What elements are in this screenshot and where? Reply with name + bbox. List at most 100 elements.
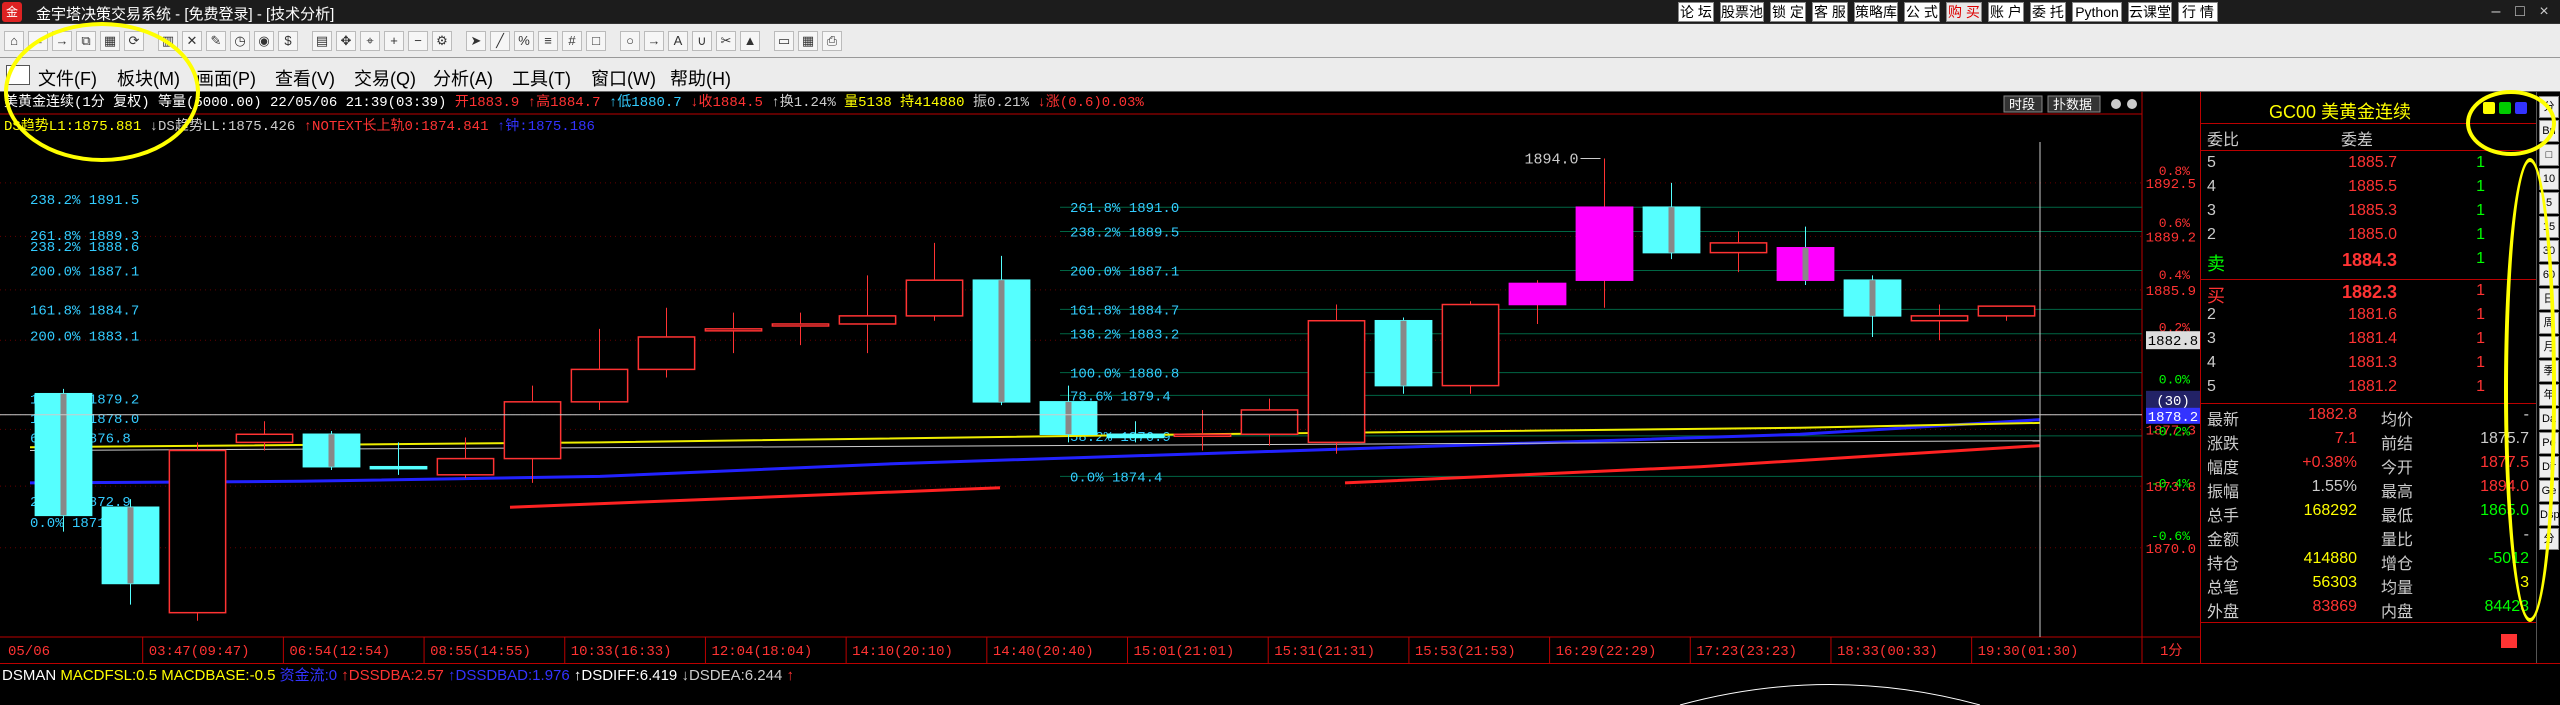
ask-row[interactable]: 4 1885.5 1: [2201, 178, 2537, 202]
dollar-icon[interactable]: $: [278, 31, 298, 51]
period-tab[interactable]: □: [2539, 144, 2559, 166]
top-button[interactable]: 策略库: [1854, 2, 1898, 22]
stat-row: 外盘 83869 内盘 84423: [2201, 598, 2537, 622]
ask-row[interactable]: 5 1885.7 1: [2201, 154, 2537, 178]
record-icon[interactable]: ◉: [254, 31, 274, 51]
time-period-label: 1分: [2160, 643, 2182, 660]
menu-item[interactable]: 交易(Q): [354, 65, 416, 91]
ask-price: 1885.5: [2348, 178, 2397, 195]
top-button[interactable]: 云课堂: [2128, 2, 2172, 22]
top-button[interactable]: 购 买: [1946, 2, 1982, 22]
minimize-button[interactable]: –: [2484, 0, 2508, 24]
menu-item[interactable]: 窗口(W): [591, 65, 656, 91]
top-button[interactable]: 论 坛: [1678, 2, 1714, 22]
bid-row[interactable]: 4 1881.3 1: [2201, 354, 2537, 378]
stat-label: 总手: [2207, 508, 2240, 525]
layout-icon[interactable]: ▤: [312, 31, 332, 51]
brush-icon[interactable]: ▲: [740, 31, 760, 51]
top-button[interactable]: 行 情: [2178, 2, 2218, 22]
box-icon[interactable]: ▭: [774, 31, 794, 51]
bid-volume: 1: [2476, 282, 2485, 299]
menu-item[interactable]: 查看(V): [275, 65, 335, 91]
indicator-curve: [1679, 684, 1981, 705]
menu-item[interactable]: 帮助(H): [670, 65, 731, 91]
kline-chart[interactable]: 美黄金连续(1分 复权) 等量(5000.00) 22/05/06 21:39(…: [0, 92, 2200, 663]
cut-icon[interactable]: ✂: [716, 31, 736, 51]
app-logo-icon[interactable]: 金: [2, 2, 22, 22]
bid-row[interactable]: 买 1882.3 1: [2201, 282, 2537, 306]
edit-icon[interactable]: ✎: [206, 31, 226, 51]
clock-icon[interactable]: ◷: [230, 31, 250, 51]
bid-level: 3: [2207, 330, 2216, 347]
magnet-icon[interactable]: ∪: [692, 31, 712, 51]
top-button[interactable]: 锁 定: [1770, 2, 1806, 22]
title-bar: 金 金宇塔决策交易系统 - [免费登录] - [技术分析] 论 坛股票池锁 定客…: [0, 0, 2560, 24]
order-diff-label: 委差: [2341, 132, 2374, 149]
bid-price: 1882.3: [2341, 282, 2397, 302]
flag-icon[interactable]: [2501, 634, 2517, 648]
close-button[interactable]: ×: [2532, 0, 2556, 24]
top-button[interactable]: 委 托: [2030, 2, 2066, 22]
record-icon[interactable]: [2127, 99, 2137, 109]
stat-label: 总笔: [2207, 580, 2240, 597]
last-price-text: 1882.8: [2148, 334, 2198, 350]
ask-row[interactable]: 2 1885.0 1: [2201, 226, 2537, 250]
grid-lines-icon[interactable]: #: [562, 31, 582, 51]
candle-body: [1709, 242, 1768, 254]
circle-icon[interactable]: ○: [620, 31, 640, 51]
ask-volume: 1: [2476, 226, 2485, 243]
bid-row[interactable]: 5 1881.2 1: [2201, 378, 2537, 402]
candle-body: [369, 465, 428, 470]
stat-label: 均量: [2381, 580, 2414, 597]
menu-item[interactable]: 工具(T): [512, 65, 571, 91]
text-icon[interactable]: A: [668, 31, 688, 51]
top-button[interactable]: 公 式: [1904, 2, 1940, 22]
bars-icon[interactable]: ≡: [538, 31, 558, 51]
stat-label: 最低: [2381, 508, 2414, 525]
candle-body: [1173, 433, 1232, 438]
calendar-icon[interactable]: ▦: [798, 31, 818, 51]
print-icon[interactable]: ⎙: [822, 31, 842, 51]
percent-icon[interactable]: %: [514, 31, 534, 51]
percent-tick: 0.0%: [2159, 372, 2190, 387]
crosshair-icon[interactable]: ⌖: [360, 31, 380, 51]
ask-row[interactable]: 3 1885.3 1: [2201, 202, 2537, 226]
home-icon[interactable]: ⌂: [4, 31, 24, 51]
percent-tick: -0.6%: [2151, 529, 2190, 544]
time-tick: 14:40(20:40): [993, 644, 1094, 660]
cursor-icon[interactable]: ➤: [466, 31, 486, 51]
bid-row[interactable]: 3 1881.4 1: [2201, 330, 2537, 354]
top-button[interactable]: Python: [2072, 2, 2122, 22]
fib-label: 238.2% 1889.5: [1070, 226, 1179, 242]
rect-icon[interactable]: □: [586, 31, 606, 51]
stat-label: 量比: [2381, 532, 2414, 549]
candle-body: [1977, 305, 2036, 317]
bid-row[interactable]: 2 1881.6 1: [2201, 306, 2537, 330]
bid-price: 1881.4: [2348, 330, 2397, 347]
top-button[interactable]: 客 服: [1812, 2, 1848, 22]
line-icon[interactable]: ╱: [490, 31, 510, 51]
zoom-out-icon[interactable]: −: [408, 31, 428, 51]
move-icon[interactable]: ✥: [336, 31, 356, 51]
zoom-in-icon[interactable]: +: [384, 31, 404, 51]
settings-icon[interactable]: [2111, 99, 2121, 109]
candle-core: [1065, 401, 1072, 435]
top-button[interactable]: 账 户: [1988, 2, 2024, 22]
candle-body: [1307, 319, 1366, 444]
trash-icon[interactable]: ✕: [182, 31, 202, 51]
menu-item[interactable]: 画面(P): [196, 65, 256, 91]
candle-core: [127, 507, 134, 584]
top-button[interactable]: 股票池: [1720, 2, 1764, 22]
ask-volume: 1: [2476, 178, 2485, 195]
high-price-label: 1894.0: [1525, 152, 1579, 169]
maximize-button[interactable]: □: [2508, 0, 2532, 24]
bid-price: 1881.3: [2348, 354, 2397, 371]
menu-item[interactable]: 分析(A): [433, 65, 493, 91]
ask-level: 2: [2207, 226, 2216, 243]
arrow-icon[interactable]: →: [644, 31, 664, 51]
gear-icon[interactable]: ⚙: [432, 31, 452, 51]
candle-core: [1869, 280, 1876, 316]
ask-row[interactable]: 卖 1884.3 1: [2201, 250, 2537, 274]
stat-label: 最新: [2207, 412, 2240, 429]
highlight-toolbar-circle: [4, 22, 200, 162]
